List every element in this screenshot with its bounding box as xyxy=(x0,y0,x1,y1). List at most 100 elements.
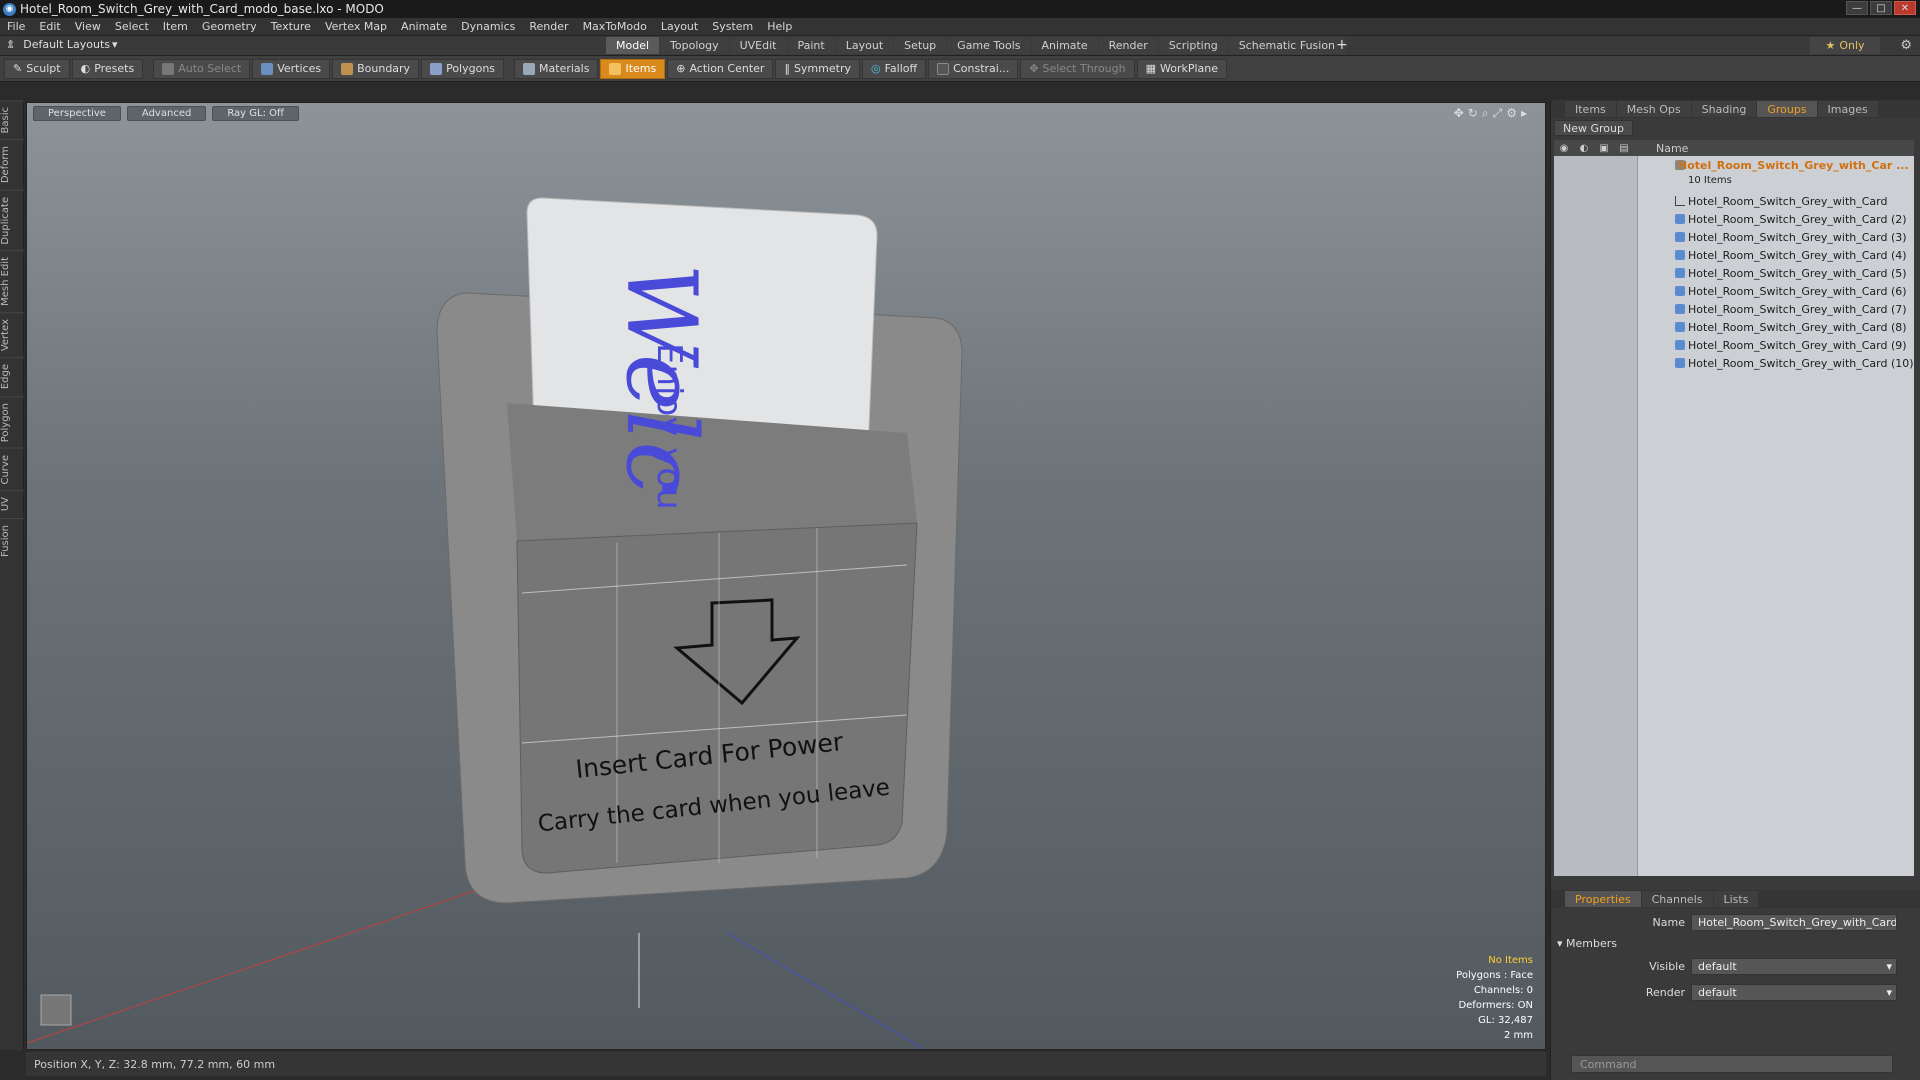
menu-system[interactable]: System xyxy=(705,20,760,33)
list-item[interactable]: Hotel_Room_Switch_Grey_with_Card (3) xyxy=(1554,228,1914,246)
close-icon[interactable]: ✕ xyxy=(1894,1,1916,15)
render-dropdown[interactable]: default ▾ xyxy=(1691,983,1897,1001)
gear-icon[interactable]: ⚙ xyxy=(1900,38,1912,53)
auto-select-button[interactable]: Auto Select xyxy=(153,58,251,79)
strip-tab-curve[interactable]: Curve xyxy=(0,447,24,491)
list-item[interactable]: Hotel_Room_Switch_Grey_with_Card (2) xyxy=(1554,210,1914,228)
perspective-button[interactable]: Perspective xyxy=(33,106,121,121)
select-through-button[interactable]: ✥ Select Through xyxy=(1020,58,1135,79)
list-item[interactable]: Hotel_Room_Switch_Grey_with_Card (7) xyxy=(1554,300,1914,318)
materials-button[interactable]: Materials xyxy=(514,58,599,79)
menu-edit[interactable]: Edit xyxy=(32,20,67,33)
tab-paint[interactable]: Paint xyxy=(787,37,835,54)
panel-tab-mesh-ops[interactable]: Mesh Ops xyxy=(1616,101,1691,117)
command-input[interactable]: Command xyxy=(1571,1055,1893,1073)
props-tab-lists[interactable]: Lists xyxy=(1713,891,1759,907)
constraints-button[interactable]: Constrai... xyxy=(928,58,1019,79)
groups-list[interactable]: Hotel_Room_Switch_Grey_with_Car ... 10 I… xyxy=(1554,156,1914,876)
vertices-button[interactable]: Vertices xyxy=(252,58,331,79)
falloff-button[interactable]: ◎ Falloff xyxy=(861,58,927,79)
list-item[interactable]: Hotel_Room_Switch_Grey_with_Card (8) xyxy=(1554,318,1914,336)
strip-tab-fusion[interactable]: Fusion xyxy=(0,517,24,563)
strip-tab-uv[interactable]: UV xyxy=(0,490,24,518)
select-icon[interactable]: ▤ xyxy=(1614,143,1634,154)
panel-tab-shading[interactable]: Shading xyxy=(1691,101,1757,117)
menu-vertex-map[interactable]: Vertex Map xyxy=(318,20,394,33)
strip-tab-deform[interactable]: Deform xyxy=(0,139,24,190)
tab-schematic-fusion[interactable]: Schematic Fusion xyxy=(1228,37,1346,54)
tab-setup[interactable]: Setup xyxy=(894,37,947,54)
members-section[interactable]: ▾ Members xyxy=(1557,937,1617,950)
menu-texture[interactable]: Texture xyxy=(264,20,318,33)
items-button[interactable]: Items xyxy=(600,58,666,79)
maximize-icon[interactable]: □ xyxy=(1870,1,1892,15)
list-item[interactable]: Hotel_Room_Switch_Grey_with_Card (4) xyxy=(1554,246,1914,264)
strip-tab-duplicate[interactable]: Duplicate xyxy=(0,189,24,251)
tab-game-tools[interactable]: Game Tools xyxy=(947,37,1031,54)
visibility-icon[interactable]: ◉ xyxy=(1554,143,1574,154)
zoom-icon[interactable]: ⌕ xyxy=(1482,106,1489,121)
panel-tab-items[interactable]: Items xyxy=(1565,101,1616,117)
advanced-button[interactable]: Advanced xyxy=(126,106,207,121)
only-button[interactable]: ★ Only xyxy=(1810,37,1880,54)
workplane-button[interactable]: ▦ WorkPlane xyxy=(1136,58,1228,79)
strip-tab-polygon[interactable]: Polygon xyxy=(0,395,24,448)
strip-tab-basic[interactable]: Basic xyxy=(0,100,24,140)
menu-view[interactable]: View xyxy=(68,20,108,33)
rotate-icon[interactable]: ↻ xyxy=(1468,106,1478,121)
strip-tab-vertex[interactable]: Vertex xyxy=(0,312,24,358)
props-tab-channels[interactable]: Channels xyxy=(1641,891,1713,907)
list-item[interactable]: Hotel_Room_Switch_Grey_with_Card (9) xyxy=(1554,336,1914,354)
menu-geometry[interactable]: Geometry xyxy=(195,20,264,33)
menu-maxtomodo[interactable]: MaxToModo xyxy=(576,20,654,33)
minimize-icon[interactable]: — xyxy=(1846,1,1868,15)
menu-select[interactable]: Select xyxy=(108,20,156,33)
viewport-gear-icon[interactable]: ⚙ xyxy=(1506,106,1517,121)
tab-layout[interactable]: Layout xyxy=(835,37,894,54)
chevron-down-icon: ▾ xyxy=(112,38,118,51)
lock-icon[interactable]: ▣ xyxy=(1594,143,1614,154)
list-item[interactable]: Hotel_Room_Switch_Grey_with_Card (6) xyxy=(1554,282,1914,300)
menu-file[interactable]: File xyxy=(0,20,32,33)
panel-tab-groups[interactable]: Groups xyxy=(1757,101,1817,117)
visible-dropdown[interactable]: default ▾ xyxy=(1691,957,1897,975)
tab-render[interactable]: Render xyxy=(1098,37,1158,54)
list-item-label: Hotel_Room_Switch_Grey_with_Card (5) xyxy=(1688,266,1907,280)
symmetry-button[interactable]: ‖ Symmetry xyxy=(775,58,860,79)
list-item[interactable]: Hotel_Room_Switch_Grey_with_Card (10) xyxy=(1554,354,1914,372)
name-field[interactable]: Hotel_Room_Switch_Grey_with_Card (11 xyxy=(1691,913,1897,931)
strip-tab-mesh-edit[interactable]: Mesh Edit xyxy=(0,250,24,313)
polygons-button[interactable]: Polygons xyxy=(421,58,505,79)
render-icon[interactable]: ◐ xyxy=(1574,143,1594,154)
viewport-more-icon[interactable]: ▸ xyxy=(1521,106,1527,121)
action-center-button[interactable]: ⊕ Action Center xyxy=(667,58,774,79)
tab-model[interactable]: Model xyxy=(606,37,660,54)
raygl-button[interactable]: Ray GL: Off xyxy=(212,106,299,121)
list-item[interactable]: Hotel_Room_Switch_Grey_with_Card xyxy=(1554,192,1914,210)
tab-topology[interactable]: Topology xyxy=(660,37,729,54)
pan-icon[interactable]: ✥ xyxy=(1454,106,1464,121)
sculpt-button[interactable]: ✎ Sculpt xyxy=(4,58,70,79)
layout-selector[interactable]: ⇭ Default Layouts ▾ xyxy=(6,38,118,51)
list-item[interactable]: Hotel_Room_Switch_Grey_with_Card (5) xyxy=(1554,264,1914,282)
menu-dynamics[interactable]: Dynamics xyxy=(454,20,522,33)
panel-tab-images[interactable]: Images xyxy=(1817,101,1878,117)
props-tab-properties[interactable]: Properties xyxy=(1565,891,1641,907)
no-items-text: No Items xyxy=(1488,955,1533,966)
strip-tab-edge[interactable]: Edge xyxy=(0,357,24,396)
menu-help[interactable]: Help xyxy=(760,20,799,33)
tab-uvedit[interactable]: UVEdit xyxy=(729,37,787,54)
boundary-button[interactable]: Boundary xyxy=(332,58,420,79)
tab-scripting[interactable]: Scripting xyxy=(1158,37,1228,54)
add-tab-icon[interactable]: + xyxy=(1336,37,1348,53)
group-row[interactable]: Hotel_Room_Switch_Grey_with_Car ... xyxy=(1554,156,1914,174)
menu-item[interactable]: Item xyxy=(156,20,195,33)
new-group-button[interactable]: New Group xyxy=(1554,120,1633,136)
fit-icon[interactable]: ⤢ xyxy=(1493,106,1503,121)
menu-animate[interactable]: Animate xyxy=(394,20,454,33)
3d-viewport[interactable]: Perspective Advanced Ray GL: Off ✥ ↻ ⌕ ⤢… xyxy=(26,102,1546,1050)
tab-animate[interactable]: Animate xyxy=(1031,37,1098,54)
menu-render[interactable]: Render xyxy=(522,20,575,33)
presets-button[interactable]: ◐ Presets xyxy=(71,58,144,79)
menu-layout[interactable]: Layout xyxy=(654,20,705,33)
